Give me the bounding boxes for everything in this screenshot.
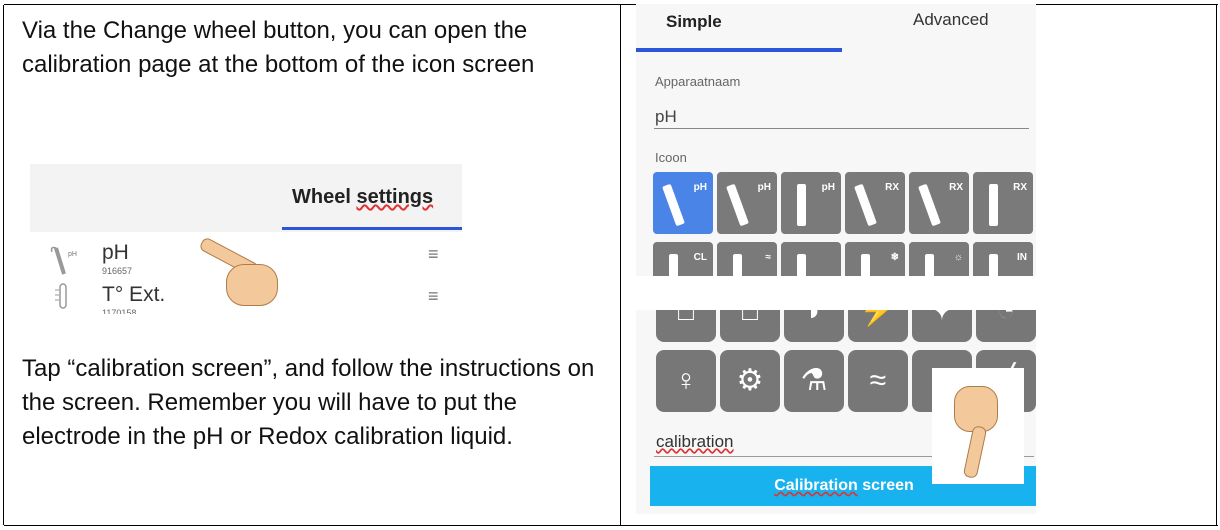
icon-option-ph-bar[interactable]: pH	[781, 172, 841, 234]
instruction-paragraph: Tap “calibration screen”, and follow the…	[22, 355, 595, 450]
calibration-search-field[interactable]: calibration	[656, 432, 734, 452]
icon-option-indoor[interactable]: IN	[973, 242, 1033, 276]
dial-icon[interactable]: ◔	[976, 310, 1036, 342]
icon-option-rx[interactable]: RX	[909, 172, 969, 234]
icon-option-ph-selected[interactable]: pH	[653, 172, 713, 234]
icon-option-cl[interactable]: CL	[653, 242, 713, 276]
icon-option-rx-bar[interactable]: RX	[973, 172, 1033, 234]
wheel-settings-tab-indicator	[282, 227, 462, 230]
device-settings-screenshot: Simple Advanced Apparaatnaam pH Icoon pH…	[636, 4, 1036, 276]
icon-option-cold[interactable]: ❄	[845, 242, 905, 276]
icon-label: Icoon	[655, 150, 687, 165]
table-left-border	[3, 5, 4, 525]
icon-option-sun[interactable]: ☼	[909, 242, 969, 276]
icon-grid: pH pH pH RX RX RX CL ≈ ❄ ☼ IN	[653, 172, 1033, 276]
reorder-icon[interactable]: ≡	[428, 286, 439, 307]
ph-probe-icon: pH	[50, 246, 77, 275]
intro-paragraph: Via the Change wheel button, you can ope…	[22, 17, 535, 78]
lamp-bolt-icon[interactable]: ⎕	[720, 310, 780, 342]
wheel-settings-title: Wheel settings	[292, 186, 434, 208]
thermometer-icon	[55, 283, 67, 309]
tab-simple[interactable]: Simple	[666, 12, 722, 32]
icon-option-rx[interactable]: RX	[845, 172, 905, 234]
wheel-item-name: T° Ext.	[102, 283, 166, 306]
icon-option-ph[interactable]: pH	[717, 172, 777, 234]
watt-icon[interactable]: ⚡	[848, 310, 908, 342]
field-underline	[654, 128, 1029, 129]
wheel-item-number: 1170158	[102, 308, 137, 314]
tab-indicator	[636, 48, 842, 52]
meter-icon[interactable]: ◗	[784, 310, 844, 342]
table-column-divider	[620, 5, 621, 525]
wheel-item-name: pH	[102, 241, 129, 264]
svg-text:pH: pH	[68, 251, 77, 258]
wheel-settings-header: Wheel settings	[30, 164, 462, 232]
lightbulb-icon[interactable]: ♀	[656, 350, 716, 412]
device-name-label: Apparaatnaam	[655, 74, 741, 89]
pointing-hand-icon	[932, 368, 1024, 484]
table-right-border	[1216, 5, 1217, 525]
reorder-icon[interactable]: ≡	[428, 244, 439, 265]
network-icon[interactable]: ✦	[912, 310, 972, 342]
tab-advanced[interactable]: Advanced	[913, 10, 989, 30]
icon-option-temp[interactable]	[781, 242, 841, 276]
flask-icon[interactable]: ⚗	[784, 350, 844, 412]
wheel-settings-screenshot: Wheel settings pH pH 916657 ≡ T° Ext. 11…	[30, 164, 462, 314]
gear-icon[interactable]: ⚙	[720, 350, 780, 412]
calibration-screenshot: ⎕ ⎕ ◗ ⚡ ✦ ◔ ♀ ⚙ ⚗ ≈ ◑ ╱ calibration Cali…	[636, 310, 1036, 514]
device-name-field[interactable]: pH	[655, 107, 677, 127]
wheel-item-number: 916657	[102, 266, 133, 276]
pointing-hand-icon	[190, 234, 290, 314]
wave-icon[interactable]: ≈	[848, 350, 908, 412]
lamp-icon[interactable]: ⎕	[656, 310, 716, 342]
icon-option-water-temp[interactable]: ≈	[717, 242, 777, 276]
